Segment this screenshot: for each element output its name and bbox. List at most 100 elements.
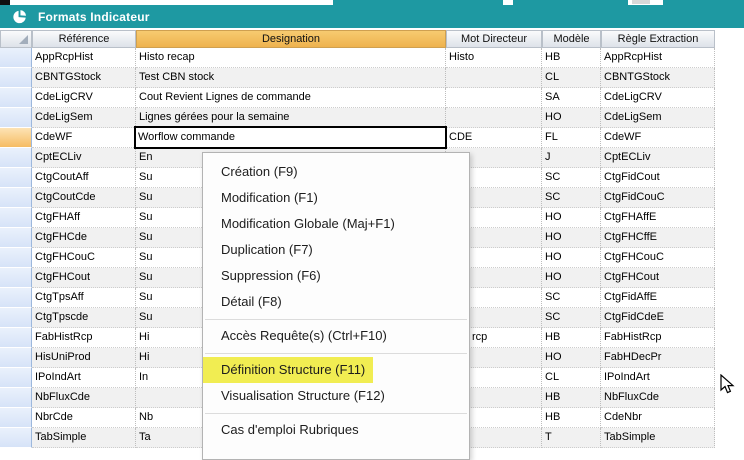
- cell-modele[interactable]: HO: [542, 228, 601, 248]
- cell-mot[interactable]: CDE: [446, 128, 542, 148]
- cell-ref[interactable]: NbrCde: [32, 408, 136, 428]
- cell-ref[interactable]: TabSimple: [32, 428, 136, 448]
- menu-item[interactable]: Suppression (F6): [203, 263, 469, 289]
- cell-modele[interactable]: HB: [542, 388, 601, 408]
- cell-modele[interactable]: T: [542, 428, 601, 448]
- cell-ref[interactable]: CtgTpsAff: [32, 288, 136, 308]
- cell-regle[interactable]: FabHDecPr: [601, 348, 715, 368]
- cell-ref[interactable]: CtgFHCde: [32, 228, 136, 248]
- row-selector[interactable]: [0, 328, 32, 348]
- menu-item[interactable]: Accès Requête(s) (Ctrl+F10): [203, 323, 469, 349]
- row-selector[interactable]: [0, 208, 32, 228]
- cell-regle[interactable]: CtgFidAffE: [601, 288, 715, 308]
- column-header-regle-extraction[interactable]: Règle Extraction: [601, 30, 715, 48]
- cell-mot[interactable]: [446, 68, 542, 88]
- table-row[interactable]: CBNTGStockTest CBN stockCLCBNTGStock: [0, 68, 715, 88]
- cell-regle[interactable]: FabHistRcp: [601, 328, 715, 348]
- row-selector[interactable]: [0, 428, 32, 448]
- cell-modele[interactable]: HO: [542, 248, 601, 268]
- cell-regle[interactable]: CtgFHCffE: [601, 228, 715, 248]
- cell-modele[interactable]: HB: [542, 328, 601, 348]
- table-row[interactable]: AppRcpHistHisto recapHistoHBAppRcpHist: [0, 48, 715, 68]
- cell-mot[interactable]: [446, 108, 542, 128]
- row-selector[interactable]: [0, 408, 32, 428]
- row-selector[interactable]: [0, 128, 32, 148]
- cell-ref[interactable]: CtgFHAff: [32, 208, 136, 228]
- cell-ref[interactable]: AppRcpHist: [32, 48, 136, 68]
- cell-modele[interactable]: SA: [542, 88, 601, 108]
- cell-modele[interactable]: SC: [542, 308, 601, 328]
- cell-modele[interactable]: J: [542, 148, 601, 168]
- cell-ref[interactable]: FabHistRcp: [32, 328, 136, 348]
- menu-item[interactable]: Définition Structure (F11): [203, 357, 469, 383]
- cell-ref[interactable]: CdeLigSem: [32, 108, 136, 128]
- window-titlebar[interactable]: Formats Indicateur: [0, 5, 744, 28]
- row-selector[interactable]: [0, 388, 32, 408]
- cell-modele[interactable]: SC: [542, 168, 601, 188]
- cell-modele[interactable]: HO: [542, 348, 601, 368]
- table-row[interactable]: CdeLigSemLignes gérées pour la semaineHO…: [0, 108, 715, 128]
- column-header-designation[interactable]: Designation: [136, 30, 446, 48]
- cell-modele[interactable]: HO: [542, 268, 601, 288]
- cell-ref[interactable]: CptECLiv: [32, 148, 136, 168]
- menu-item[interactable]: Modification Globale (Maj+F1): [203, 211, 469, 237]
- cell-mot[interactable]: Histo: [446, 48, 542, 68]
- cell-regle[interactable]: CtgFidCouC: [601, 188, 715, 208]
- cell-modele[interactable]: HB: [542, 48, 601, 68]
- table-row[interactable]: CdeLigCRVCout Revient Lignes de commande…: [0, 88, 715, 108]
- cell-regle[interactable]: CtgFidCout: [601, 168, 715, 188]
- cell-regle[interactable]: IPoIndArt: [601, 368, 715, 388]
- cell-ref[interactable]: CtgCoutAff: [32, 168, 136, 188]
- row-selector[interactable]: [0, 48, 32, 68]
- cell-modele[interactable]: HO: [542, 208, 601, 228]
- cell-regle[interactable]: AppRcpHist: [601, 48, 715, 68]
- cell-modele[interactable]: HO: [542, 108, 601, 128]
- cell-regle[interactable]: NbFluxCde: [601, 388, 715, 408]
- cell-regle[interactable]: CtgFHCouC: [601, 248, 715, 268]
- menu-item[interactable]: Cas d'emploi Rubriques: [203, 417, 469, 443]
- cell-regle[interactable]: TabSimple: [601, 428, 715, 448]
- menu-item[interactable]: Duplication (F7): [203, 237, 469, 263]
- row-selector[interactable]: [0, 148, 32, 168]
- cell-ref[interactable]: NbFluxCde: [32, 388, 136, 408]
- cell-ref[interactable]: CtgTpscde: [32, 308, 136, 328]
- cell-modele[interactable]: HB: [542, 408, 601, 428]
- column-header-reference[interactable]: Référence: [32, 30, 136, 48]
- row-selector[interactable]: [0, 228, 32, 248]
- cell-mot[interactable]: [446, 88, 542, 108]
- row-selector[interactable]: [0, 188, 32, 208]
- menu-item[interactable]: Modification (F1): [203, 185, 469, 211]
- cell-regle[interactable]: CdeNbr: [601, 408, 715, 428]
- cell-ref[interactable]: CdeLigCRV: [32, 88, 136, 108]
- select-all-corner[interactable]: [0, 30, 32, 48]
- cell-regle[interactable]: CdeLigCRV: [601, 88, 715, 108]
- row-selector[interactable]: [0, 248, 32, 268]
- cell-ref[interactable]: CtgFHCouC: [32, 248, 136, 268]
- cell-regle[interactable]: CtgFHAffE: [601, 208, 715, 228]
- cell-ref[interactable]: IPoIndArt: [32, 368, 136, 388]
- row-selector[interactable]: [0, 308, 32, 328]
- row-selector[interactable]: [0, 88, 32, 108]
- cell-ref[interactable]: CdeWF: [32, 128, 136, 148]
- cell-regle[interactable]: CdeWF: [601, 128, 715, 148]
- cell-designation[interactable]: Lignes gérées pour la semaine: [136, 108, 446, 128]
- cell-ref[interactable]: CtgFHCout: [32, 268, 136, 288]
- cell-regle[interactable]: CdeLigSem: [601, 108, 715, 128]
- cell-designation[interactable]: Test CBN stock: [136, 68, 446, 88]
- row-selector[interactable]: [0, 288, 32, 308]
- column-header-mot-directeur[interactable]: Mot Directeur: [446, 30, 542, 48]
- cell-regle[interactable]: CtgFidCdeE: [601, 308, 715, 328]
- cell-ref[interactable]: CtgCoutCde: [32, 188, 136, 208]
- cell-modele[interactable]: SC: [542, 188, 601, 208]
- column-header-modele[interactable]: Modèle: [542, 30, 601, 48]
- row-selector[interactable]: [0, 348, 32, 368]
- row-selector[interactable]: [0, 108, 32, 128]
- menu-item[interactable]: Détail (F8): [203, 289, 469, 315]
- menu-item[interactable]: Création (F9): [203, 159, 469, 185]
- menu-item[interactable]: Visualisation Structure (F12): [203, 383, 469, 409]
- cell-modele[interactable]: FL: [542, 128, 601, 148]
- cell-designation[interactable]: Cout Revient Lignes de commande: [136, 88, 446, 108]
- cell-regle[interactable]: CtgFHCout: [601, 268, 715, 288]
- cell-modele[interactable]: SC: [542, 288, 601, 308]
- active-cell-editor[interactable]: Worflow commande: [134, 126, 447, 149]
